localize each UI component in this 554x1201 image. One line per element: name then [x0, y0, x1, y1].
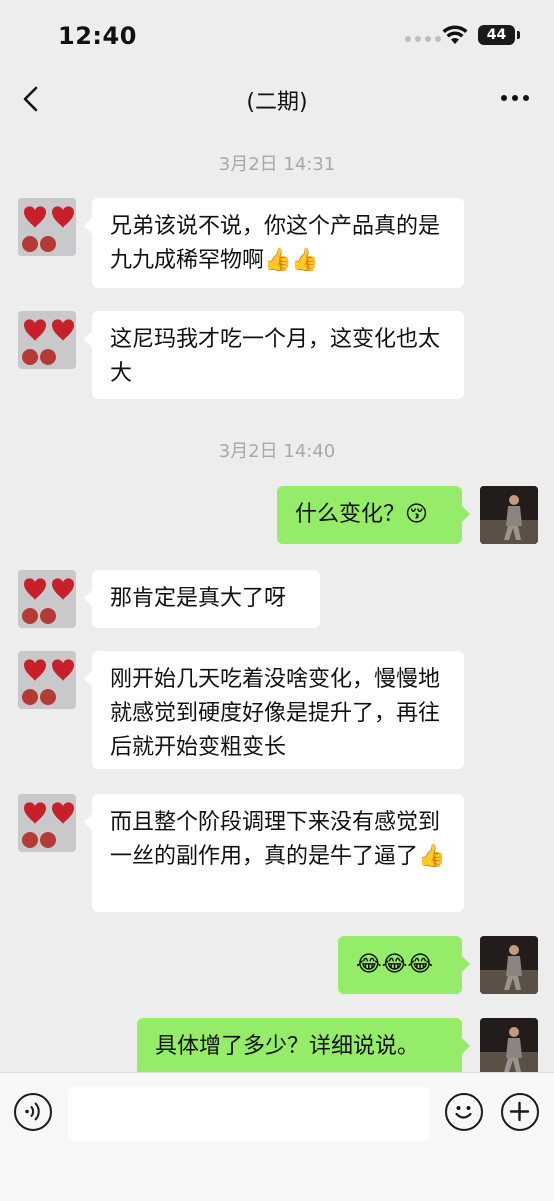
input-bar — [0, 1072, 554, 1201]
chat-title: (二期) — [246, 90, 308, 115]
timestamp: 3月2日 14:40 — [218, 441, 336, 462]
message-input[interactable] — [68, 1087, 430, 1141]
message-text: 具体增了多少？详细说说。 — [155, 1034, 420, 1059]
avatar[interactable] — [18, 198, 76, 256]
message-bubble-incoming[interactable]: 那肯定是真大了呀 — [84, 570, 320, 628]
message-bubble-incoming[interactable]: 刚开始几天吃着没啥变化，慢慢地就感觉到硬度好像是提升了，再往后就开始变粗变长 — [84, 651, 464, 769]
voice-icon — [25, 1102, 40, 1121]
avatar[interactable] — [18, 311, 76, 369]
avatar-self[interactable] — [480, 486, 538, 544]
more-actions-button[interactable] — [501, 1093, 539, 1131]
emoji-button[interactable] — [445, 1093, 483, 1131]
message-text: 刚开始几天吃着没啥变化，慢慢地就感觉到硬度好像是提升了，再往后就开始变粗变长 — [110, 667, 441, 760]
battery-indicator: 44 — [478, 25, 520, 45]
message-text: 这尼玛我才吃一个月，这变化也太大 — [110, 327, 441, 386]
voice-button[interactable] — [14, 1093, 52, 1131]
message-bubble-outgoing[interactable]: 什么变化？😚 — [277, 486, 470, 544]
message-bubble-incoming[interactable]: 这尼玛我才吃一个月，这变化也太大 — [84, 311, 464, 399]
wifi-icon — [442, 25, 468, 44]
avatar[interactable] — [18, 570, 76, 628]
avatar-self[interactable] — [480, 1018, 538, 1076]
avatar[interactable] — [18, 794, 76, 852]
cellular-signal-icon — [405, 36, 441, 42]
message-bubble-outgoing[interactable]: 具体增了多少？详细说说。 — [137, 1018, 470, 1076]
avatar-self[interactable] — [480, 936, 538, 994]
message-bubble-outgoing[interactable]: 😂😂😂 — [338, 936, 470, 994]
message-text: 而且整个阶段调理下来没有感觉到一丝的副作用，真的是牛了逼了 — [110, 810, 441, 869]
chat-header: (二期) — [0, 70, 554, 130]
thumbs-up-emoji: 👍👍 — [264, 248, 319, 273]
message-text: 那肯定是真大了呀 — [110, 586, 287, 611]
laughing-emoji: 😂😂😂 — [356, 952, 434, 977]
emoji-face-icon — [455, 1106, 472, 1119]
status-bar: 12:40 44 — [0, 0, 554, 70]
kissing-emoji: 😚 — [405, 502, 428, 527]
timestamp: 3月2日 14:31 — [218, 154, 336, 175]
message-bubble-incoming[interactable]: 兄弟该说不说，你这个产品真的是九九成稀罕物啊👍👍 — [84, 198, 464, 288]
status-time: 12:40 — [58, 22, 137, 50]
more-dots-icon[interactable] — [500, 88, 530, 108]
message-bubble-incoming[interactable]: 而且整个阶段调理下来没有感觉到一丝的副作用，真的是牛了逼了👍 — [84, 794, 464, 912]
avatar[interactable] — [18, 651, 76, 709]
plus-icon — [509, 1101, 530, 1122]
thumbs-up-emoji: 👍 — [418, 844, 446, 869]
message-text: 什么变化？ — [295, 502, 406, 527]
